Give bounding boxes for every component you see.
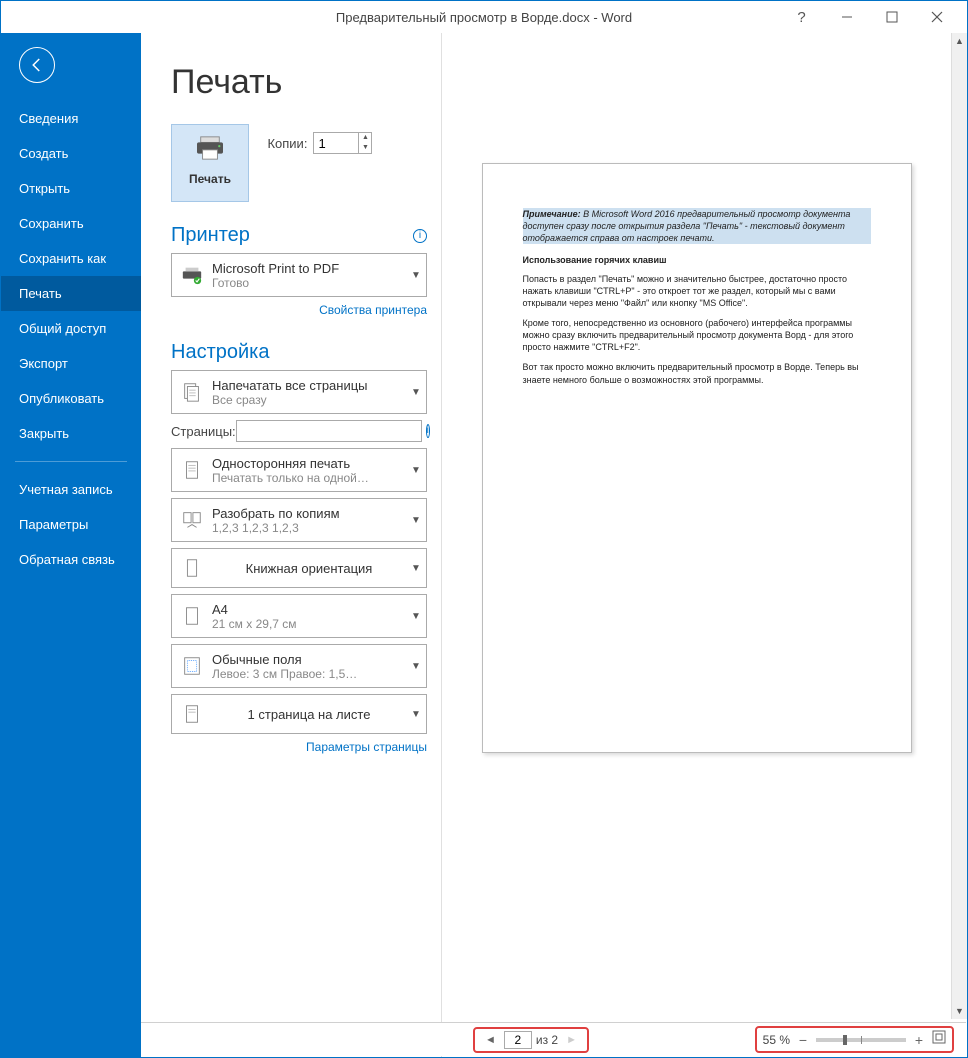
page-setup-link[interactable]: Параметры страницы <box>306 740 427 754</box>
page-navigator: ◄ из 2 ► <box>473 1027 589 1053</box>
print-button[interactable]: Печать <box>171 124 249 202</box>
pages-input[interactable] <box>236 420 422 442</box>
printer-heading: Принтер <box>171 224 413 247</box>
chevron-down-icon: ▼ <box>406 709 426 720</box>
copies-down[interactable]: ▼ <box>359 143 371 153</box>
printer-info-icon[interactable]: i <box>413 229 427 243</box>
minimize-button[interactable] <box>824 3 869 31</box>
copies-input[interactable] <box>314 133 358 153</box>
pages-label: Страницы: <box>171 424 236 439</box>
portrait-icon <box>172 557 212 579</box>
nav-feedback[interactable]: Обратная связь <box>1 542 141 577</box>
chevron-down-icon: ▼ <box>406 661 426 672</box>
nav-save[interactable]: Сохранить <box>1 206 141 241</box>
page-title: Печать <box>171 63 427 102</box>
zoom-slider[interactable] <box>816 1038 906 1042</box>
collated-icon <box>172 509 212 531</box>
window-title: Предварительный просмотр в Ворде.docx - … <box>336 10 632 25</box>
preview-area: Примечание: В Microsoft Word 2016 предва… <box>441 33 967 1057</box>
prev-page-button[interactable]: ◄ <box>481 1034 500 1046</box>
nav-options[interactable]: Параметры <box>1 507 141 542</box>
zoom-in-button[interactable]: + <box>912 1032 926 1048</box>
nav-close[interactable]: Закрыть <box>1 416 141 451</box>
collated-dropdown[interactable]: Разобрать по копиям 1,2,3 1,2,3 1,2,3 ▼ <box>171 498 427 542</box>
maximize-button[interactable] <box>869 3 914 31</box>
printer-dropdown[interactable]: Microsoft Print to PDF Готово ▼ <box>171 253 427 297</box>
printer-status: Готово <box>212 276 406 290</box>
printer-name: Microsoft Print to PDF <box>212 261 406 276</box>
pages-per-sheet-dropdown[interactable]: 1 страница на листе ▼ <box>171 694 427 734</box>
next-page-button[interactable]: ► <box>562 1034 581 1046</box>
print-button-label: Печать <box>172 172 248 186</box>
status-bar: ◄ из 2 ► 55 % − + <box>141 1022 966 1056</box>
zoom-fit-button[interactable] <box>932 1030 946 1049</box>
nav-publish[interactable]: Опубликовать <box>1 381 141 416</box>
one-sided-icon <box>172 459 212 481</box>
zoom-control: 55 % − + <box>755 1026 954 1053</box>
margins-dropdown[interactable]: Обычные поля Левое: 3 см Правое: 1,5… ▼ <box>171 644 427 688</box>
preview-page: Примечание: В Microsoft Word 2016 предва… <box>482 163 912 753</box>
nav-save-as[interactable]: Сохранить как <box>1 241 141 276</box>
preview-scroll[interactable]: Примечание: В Microsoft Word 2016 предва… <box>442 33 951 1019</box>
current-page-input[interactable] <box>504 1031 532 1049</box>
title-bar: Предварительный просмотр в Ворде.docx - … <box>1 1 967 33</box>
zoom-out-button[interactable]: − <box>796 1032 810 1048</box>
scroll-down[interactable]: ▼ <box>952 1003 967 1019</box>
nav-print[interactable]: Печать <box>1 276 141 311</box>
chevron-down-icon: ▼ <box>406 465 426 476</box>
help-button[interactable]: ? <box>779 3 824 31</box>
paper-size-dropdown[interactable]: A4 21 см x 29,7 см ▼ <box>171 594 427 638</box>
nav-account[interactable]: Учетная запись <box>1 472 141 507</box>
chevron-down-icon: ▼ <box>406 270 426 281</box>
chevron-down-icon: ▼ <box>406 563 426 574</box>
paper-icon <box>172 605 212 627</box>
vertical-scrollbar[interactable]: ▲ ▼ <box>951 33 967 1019</box>
nav-separator <box>15 461 127 462</box>
nav-new[interactable]: Создать <box>1 136 141 171</box>
copies-up[interactable]: ▲ <box>359 133 371 143</box>
scroll-up[interactable]: ▲ <box>952 33 967 49</box>
nav-open[interactable]: Открыть <box>1 171 141 206</box>
chevron-down-icon: ▼ <box>406 515 426 526</box>
nav-info[interactable]: Сведения <box>1 101 141 136</box>
orientation-dropdown[interactable]: Книжная ориентация ▼ <box>171 548 427 588</box>
pages-info-icon[interactable]: i <box>426 424 430 438</box>
print-range-dropdown[interactable]: Напечатать все страницы Все сразу ▼ <box>171 370 427 414</box>
pages-per-sheet-icon <box>172 703 212 725</box>
page-of-label: из 2 <box>536 1033 558 1047</box>
copies-label: Копии: <box>267 136 307 151</box>
printer-properties-link[interactable]: Свойства принтера <box>319 303 427 317</box>
close-button[interactable] <box>914 3 959 31</box>
nav-export[interactable]: Экспорт <box>1 346 141 381</box>
printer-icon <box>172 135 248 166</box>
copies-spinner[interactable]: ▲ ▼ <box>313 132 372 154</box>
chevron-down-icon: ▼ <box>406 611 426 622</box>
margins-icon <box>172 655 212 677</box>
settings-heading: Настройка <box>171 341 427 364</box>
back-button[interactable] <box>19 47 55 83</box>
chevron-down-icon: ▼ <box>406 387 426 398</box>
print-settings-panel: Печать Печать Копии: ▲ ▼ <box>141 33 441 1057</box>
pages-icon <box>172 381 212 403</box>
zoom-value: 55 % <box>763 1033 790 1047</box>
nav-share[interactable]: Общий доступ <box>1 311 141 346</box>
backstage-sidebar: Сведения Создать Открыть Сохранить Сохра… <box>1 33 141 1057</box>
one-sided-dropdown[interactable]: Односторонняя печать Печатать только на … <box>171 448 427 492</box>
printer-status-icon <box>172 264 212 286</box>
